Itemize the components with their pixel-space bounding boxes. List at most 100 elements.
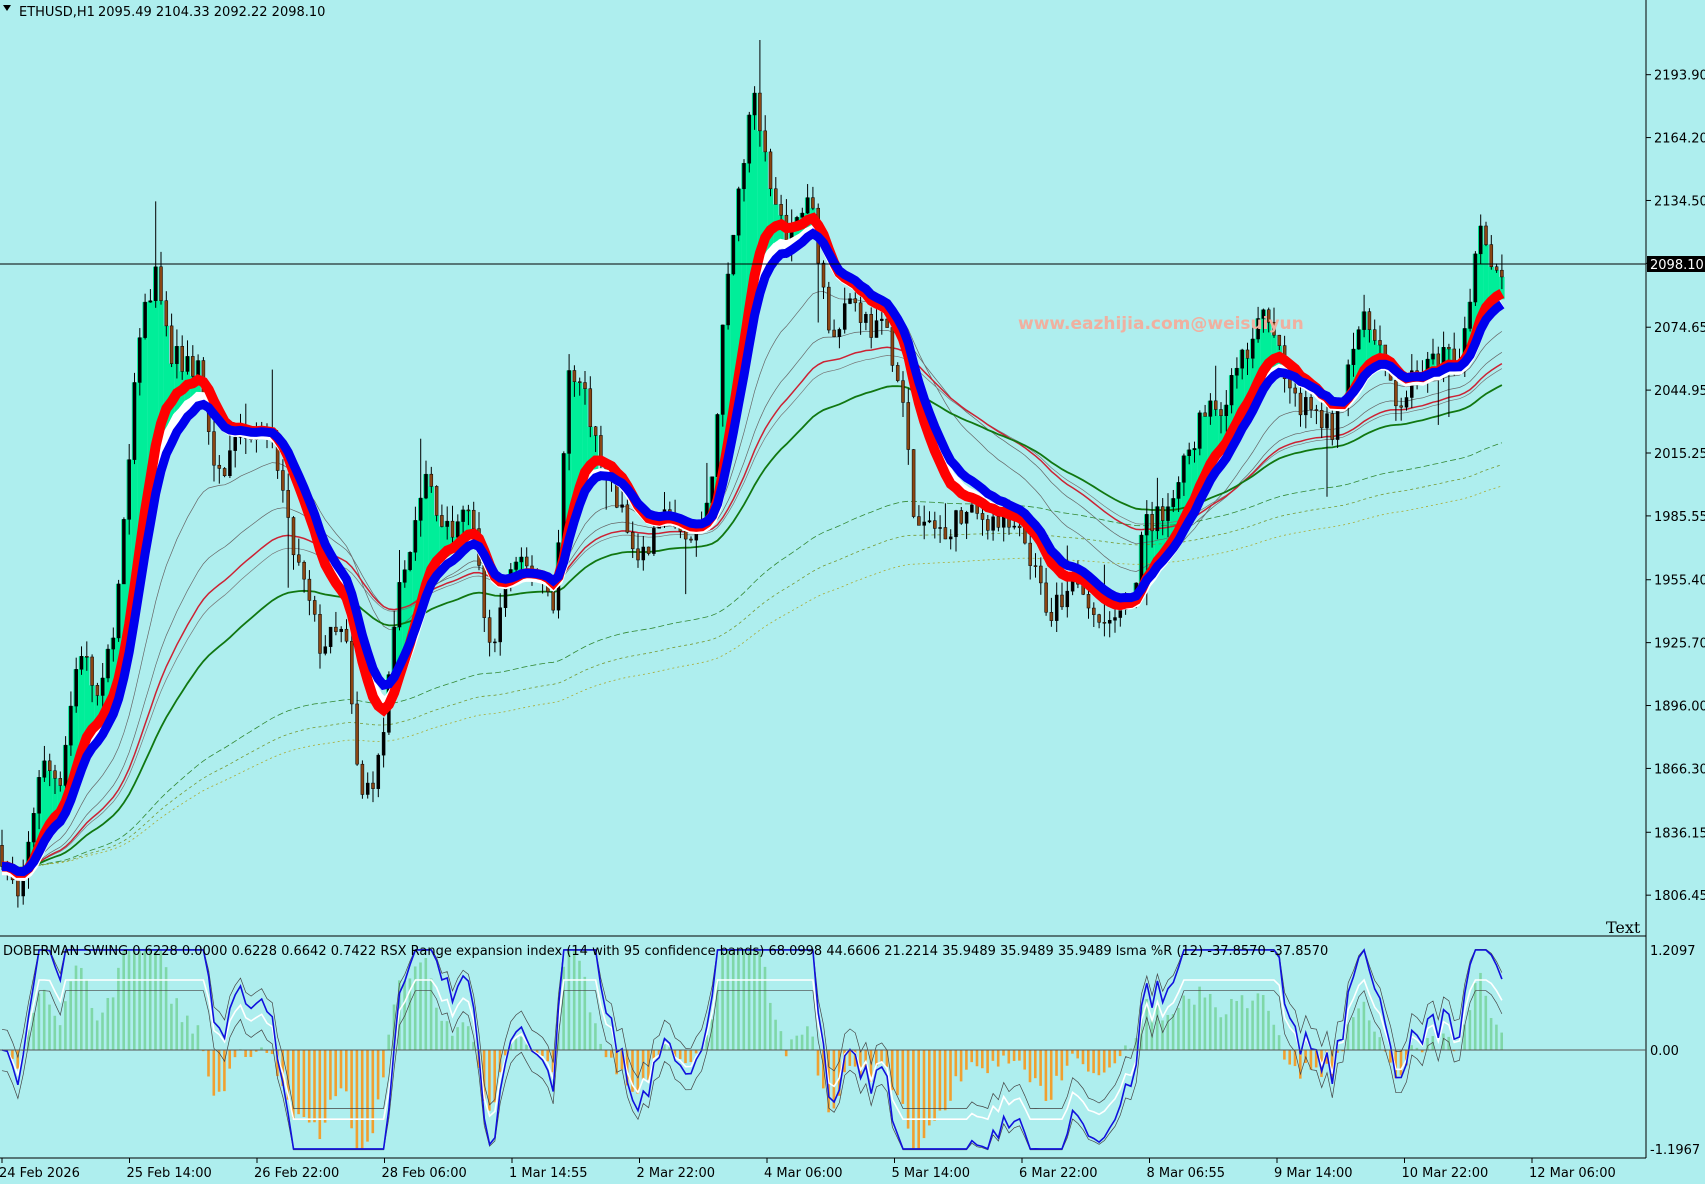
candle-body [328,626,333,647]
histogram-bar [413,966,417,1050]
time-tick-label: 25 Feb 14:00 [127,1166,212,1181]
price-axis[interactable]: 2193.902164.202134.502104.802074.652044.… [1646,69,1705,904]
candle-body [175,346,179,364]
histogram-bar [154,950,157,1050]
candle-body [307,578,312,601]
histogram-bar [440,1020,443,1050]
candle-body [991,516,995,531]
histogram-bar [1246,1008,1249,1050]
histogram-bar [323,1050,327,1123]
histogram-bar [774,1019,777,1050]
indicator-tick-label: 1.2097 [1650,944,1696,959]
histogram-bar [244,1050,247,1057]
histogram-bar [1489,1018,1493,1050]
histogram-bar [790,1039,793,1050]
candle-body [811,197,815,209]
candle-body [959,510,964,524]
candle-body [1399,405,1403,408]
time-tick-label: 5 Mar 14:00 [892,1166,971,1181]
histogram-bar [1479,972,1482,1050]
histogram-bar [180,1022,184,1050]
candle-body [1155,506,1160,532]
candle-body [551,591,555,611]
trading-chart[interactable]: www.eazhijia.com@weisuiyun Text ETHUSD,H… [0,0,1705,1184]
histogram-bar [387,1034,390,1050]
histogram-bar [249,1050,253,1057]
histogram-bar [1367,1020,1371,1050]
histogram-bar [1097,1050,1101,1076]
candle-body [1314,409,1319,411]
candle-body [1150,514,1154,532]
price-tick-label: 1925.70 [1654,637,1705,652]
histogram-bar [1346,1024,1350,1050]
histogram-bar [1039,1050,1042,1086]
main-pane-background [0,0,1646,935]
histogram-bar [901,1050,905,1104]
candle-body [69,705,73,746]
histogram-bar [382,1050,385,1078]
candle-body [943,527,948,540]
indicator-label: DOBERMAN SWING 0.6228 0.0000 0.6228 0.66… [3,944,1328,959]
candle-body [143,301,147,338]
histogram-bar [1193,1004,1196,1050]
candle-body [747,114,752,164]
candle-body [514,561,518,570]
histogram-bar [138,950,141,1050]
candle-body [1431,353,1435,360]
histogram-bar [1362,1001,1366,1050]
histogram-bar [318,1050,322,1140]
candle-body [297,554,301,563]
histogram-bar [694,1050,698,1054]
price-tick-label: 2015.25 [1654,447,1705,462]
candle-body [779,204,783,216]
current-price-box: 2098.10 [1647,256,1705,273]
candle-body [371,782,375,789]
histogram-bar [170,1003,173,1050]
histogram-bar [991,1050,995,1061]
time-axis[interactable]: 24 Feb 2026 25 Feb 14:00 26 Feb 22:00 28 Fe… [0,1158,1616,1181]
candle-body [100,677,105,696]
candle-body [890,327,895,366]
candle-body [1362,311,1366,330]
histogram-bar [604,1050,608,1058]
histogram-bar [689,1050,693,1063]
candle-body [917,516,921,526]
candle-body [1473,253,1478,303]
candle-body [1245,349,1250,359]
histogram-bar [1012,1050,1016,1061]
candle-body [95,685,100,696]
candle-body [1224,404,1229,417]
candle-body [318,614,322,654]
candle-body [1357,329,1361,350]
histogram-bar [111,997,115,1050]
text-object-label[interactable]: Text [1606,918,1641,937]
candle-body [524,556,529,567]
candle-body [954,510,958,538]
candle-body [938,527,942,529]
histogram-bar [652,1050,655,1059]
candle-body [191,356,195,377]
candle-body [869,314,873,338]
histogram-bar [647,1050,650,1080]
candle-body [122,519,126,585]
histogram-bar [302,1050,306,1118]
histogram-bar [53,1015,57,1050]
candle-body [466,509,471,512]
candle-body [1309,397,1313,410]
time-tick-label: 24 Feb 2026 [0,1166,80,1181]
candle-body [1404,397,1409,408]
candle-body [652,528,656,554]
histogram-bar [811,1036,814,1050]
candle-body [895,365,900,381]
histogram-bar [546,1050,549,1062]
histogram-bar [48,1004,51,1050]
histogram-bar [101,1012,104,1050]
candle-body [148,300,153,303]
histogram-bar [1230,998,1233,1050]
candle-body [339,628,343,632]
price-tick-label: 2044.95 [1654,384,1705,399]
candle-body [1182,455,1186,483]
candle-body [434,486,439,516]
time-tick-label: 12 Mar 06:00 [1529,1166,1616,1181]
price-tick-label: 2193.90 [1654,69,1705,84]
